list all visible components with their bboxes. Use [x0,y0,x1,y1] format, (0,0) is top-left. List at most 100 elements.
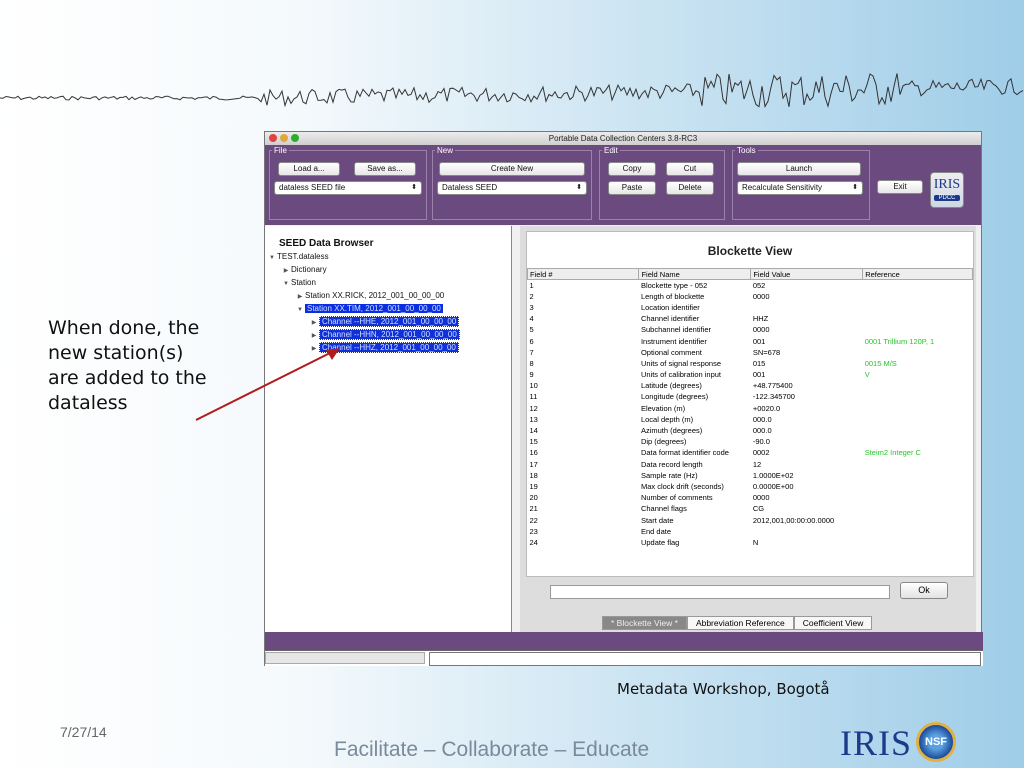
slide-date: 7/27/14 [60,724,107,740]
table-row[interactable]: 6 Instrument identifier 001 0001 Trillium 1… [528,335,973,346]
field-number-cell: 22 [529,515,538,525]
table-row[interactable]: 8 Units of signal response 015 0015 M/S [528,358,973,369]
tools-group: Tools Launch Recalculate Sensitivity ⬍ [732,146,870,220]
exit-button[interactable]: Exit [877,180,923,194]
table-row[interactable]: 21 Channel flags CG [528,503,973,514]
field-number-cell: 2 [529,291,534,301]
copy-button[interactable]: Copy [608,162,656,176]
reference-cell [863,414,973,425]
table-body: 1 Blockette type - 052 052 2 Length of block… [528,280,973,549]
table-row[interactable]: 16 Data format identifier code 0002 Steim2 … [528,447,973,458]
cut-button[interactable]: Cut [666,162,714,176]
bottom-strip [265,632,983,650]
table-row[interactable]: 23 End date [528,526,973,537]
field-name-cell: Start date [640,515,674,525]
field-value-cell: -122.345700 [752,392,795,402]
tool-select[interactable]: Recalculate Sensitivity ⬍ [737,181,863,195]
ok-button[interactable]: Ok [900,582,948,599]
arrow-shaft [195,351,333,421]
reference-cell [863,291,973,302]
table-row[interactable]: 11 Longitude (degrees) -122.345700 [528,391,973,402]
table-row[interactable]: 1 Blockette type - 052 052 [528,280,973,291]
column-header[interactable]: Reference [862,268,973,280]
tools-group-label: Tools [735,146,758,155]
field-value-cell: 0.0000E+00 [752,481,794,491]
reference-cell [863,526,973,537]
table-row[interactable]: 20 Number of comments 0000 [528,492,973,503]
table-row[interactable]: 5 Subchannel identifier 0000 [528,324,973,335]
field-name-cell: Max clock drift (seconds) [640,481,724,491]
delete-button[interactable]: Delete [666,181,714,195]
create-new-button[interactable]: Create New [439,162,585,176]
window-title: Portable Data Collection Centers 3.8-RC3 [548,134,698,143]
launch-button[interactable]: Launch [737,162,861,176]
field-value-cell: 1.0000E+02 [752,470,794,480]
tree-node-label: Station [291,278,316,287]
zoom-window-button[interactable] [291,134,299,142]
tree-node[interactable]: ▼ Station [265,276,511,289]
field-name-cell: Subchannel identifier [640,325,712,335]
reference-cell [863,302,973,313]
tree-node[interactable]: ▶ Channel --HHE, 2012_001_00_00_00 [265,315,511,328]
table-row[interactable]: 19 Max clock drift (seconds) 0.0000E+00 [528,481,973,492]
field-number-cell: 20 [529,493,538,503]
table-row[interactable]: 12 Elevation (m) +0020.0 [528,403,973,414]
table-row[interactable]: 9 Units of calibration input 001 V [528,369,973,380]
field-value-cell: 001 [752,370,766,380]
table-row[interactable]: 22 Start date 2012,001,00:00:00.0000 [528,514,973,525]
table-row[interactable]: 2 Length of blockette 0000 [528,291,973,302]
column-header[interactable]: Field Name [638,268,752,280]
field-value-cell: 001 [752,336,766,346]
load-button[interactable]: Load a... [278,162,340,176]
edit-group-label: Edit [602,146,620,155]
tree-node[interactable]: ▶ Station XX.RICK, 2012_001_00_00_00 [265,289,511,302]
table-row[interactable]: 4 Channel identifier HHZ [528,313,973,324]
new-type-value: Dataless SEED [442,183,498,192]
table-row[interactable]: 15 Dip (degrees) -90.0 [528,436,973,447]
field-name-cell: Location identifier [640,302,700,312]
tab-coefficient-view[interactable]: Coefficient View [793,616,873,630]
field-number-cell: 13 [529,414,538,424]
new-type-select[interactable]: Dataless SEED ⬍ [437,181,587,195]
blockette-table: Field # Field Name Field Value Reference 1 B… [526,268,973,549]
tree-node-label: TEST.dataless [277,252,329,261]
tree-node[interactable]: ▼ Station XX.TIM, 2012_001_00_00_00 [265,302,511,315]
table-row[interactable]: 13 Local depth (m) 000.0 [528,414,973,425]
field-value-cell [751,526,863,537]
column-header[interactable]: Field # [526,268,640,280]
paste-button[interactable]: Paste [608,181,656,195]
table-row[interactable]: 14 Azimuth (degrees) 000.0 [528,425,973,436]
field-name-cell: Azimuth (degrees) [640,426,703,436]
column-header[interactable]: Field Value [750,268,864,280]
save-as-button[interactable]: Save as... [354,162,416,176]
reference-cell [863,481,973,492]
select-arrows-icon: ⬍ [852,184,858,191]
table-row[interactable]: 18 Sample rate (Hz) 1.0000E+02 [528,470,973,481]
field-number-cell: 10 [529,381,538,391]
tab-blockette-view[interactable]: * Blockette View * [602,616,687,630]
file-type-select[interactable]: dataless SEED file ⬍ [274,181,422,195]
progress-field [265,652,425,664]
table-row[interactable]: 7 Optional comment SN=678 [528,347,973,358]
logo-text: IRIS [933,177,961,192]
field-value-cell: 0000 [752,493,770,503]
field-name-cell: Instrument identifier [640,336,707,346]
field-value-cell [751,302,863,313]
table-row[interactable]: 24 Update flag N [528,537,973,548]
field-number-cell: 19 [529,481,538,491]
reference-cell [863,425,973,436]
field-number-cell: 9 [529,370,534,380]
tab-abbreviation-reference[interactable]: Abbreviation Reference [686,616,794,630]
minimize-window-button[interactable] [280,134,288,142]
tree-node[interactable]: ▶ Dictionary [265,263,511,276]
reference-cell [863,403,973,414]
tree-node[interactable]: ▼ TEST.dataless [265,250,511,263]
field-value-cell: 0002 [752,448,770,458]
table-row[interactable]: 17 Data record length 12 [528,459,973,470]
file-group: File Load a... Save as... dataless SEED … [269,146,427,220]
new-group-label: New [435,146,456,155]
table-row[interactable]: 3 Location identifier [528,302,973,313]
close-window-button[interactable] [269,134,277,142]
value-input[interactable] [550,585,890,599]
table-row[interactable]: 10 Latitude (degrees) +48.775400 [528,380,973,391]
